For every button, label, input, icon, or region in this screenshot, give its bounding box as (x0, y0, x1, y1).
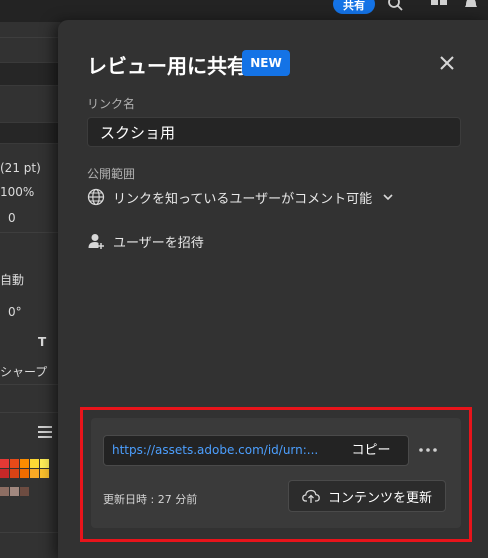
link-name-field[interactable] (87, 117, 461, 147)
panel-title: レビュー用に共有 (87, 54, 247, 78)
app-topbar: 共有 (0, 0, 488, 22)
auto-label[interactable]: 自動 (0, 271, 58, 288)
share-url-link[interactable]: https://assets.adobe.com/id/urn:... (112, 443, 334, 457)
access-label: 公開範囲 (87, 167, 136, 181)
share-link-card: https://assets.adobe.com/id/urn:... コピー … (91, 418, 461, 528)
add-user-icon (88, 234, 104, 249)
globe-icon (87, 188, 105, 206)
property-field[interactable] (0, 62, 58, 86)
new-badge: NEW (242, 50, 290, 76)
bell-icon[interactable] (462, 0, 480, 14)
scale-value[interactable]: 100% (0, 185, 58, 199)
workspace-icon[interactable] (430, 0, 448, 14)
share-url-box: https://assets.adobe.com/id/urn:... コピー (103, 435, 409, 466)
share-for-review-panel: レビュー用に共有 NEW リンク名 公開範囲 リンクを知っているユーザーがコメン… (58, 20, 488, 558)
list-icon[interactable] (38, 426, 52, 438)
invite-users-button[interactable]: ユーザーを招待 (87, 230, 204, 252)
search-icon[interactable] (387, 0, 405, 14)
close-icon[interactable] (434, 50, 460, 76)
property-field[interactable] (0, 122, 58, 144)
left-properties-panel: (21 pt) 100% 0 自動 0° T シャープ (0, 22, 60, 558)
share-button[interactable]: 共有 (333, 0, 375, 14)
access-value: リンクを知っているユーザーがコメント可能 (113, 191, 373, 207)
sharpen-label[interactable]: シャープ (0, 363, 58, 380)
link-name-label: リンク名 (87, 97, 136, 111)
invite-label: ユーザーを招待 (113, 235, 204, 251)
chevron-down-icon (383, 194, 393, 201)
last-updated-text: 更新日時 : 27 分前 (103, 493, 198, 506)
cloud-upload-icon (302, 489, 320, 503)
font-size-value[interactable]: (21 pt) (0, 161, 58, 175)
copy-button[interactable]: コピー (334, 436, 408, 465)
refresh-label: コンテンツを更新 (327, 490, 432, 506)
more-icon[interactable] (417, 440, 439, 460)
refresh-content-button[interactable]: コンテンツを更新 (288, 480, 446, 512)
access-dropdown[interactable]: リンクを知っているユーザーがコメント可能 (87, 186, 394, 208)
